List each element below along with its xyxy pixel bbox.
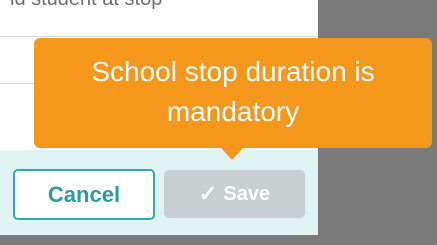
cancel-button-label: Cancel <box>47 181 121 207</box>
check-icon: ✓ <box>198 181 218 206</box>
validation-tooltip: School stop duration is mandatory <box>34 38 432 148</box>
cancel-button[interactable]: Cancel <box>13 169 155 220</box>
tooltip-message: School stop duration is mandatory <box>91 56 375 127</box>
screen: ld student at stop Cancel ✓ Save School … <box>0 0 437 245</box>
field-label: ld student at stop <box>10 0 162 11</box>
tooltip-arrow <box>221 148 243 160</box>
save-button-label: Save <box>223 182 271 205</box>
save-button[interactable]: ✓ Save <box>164 170 305 218</box>
